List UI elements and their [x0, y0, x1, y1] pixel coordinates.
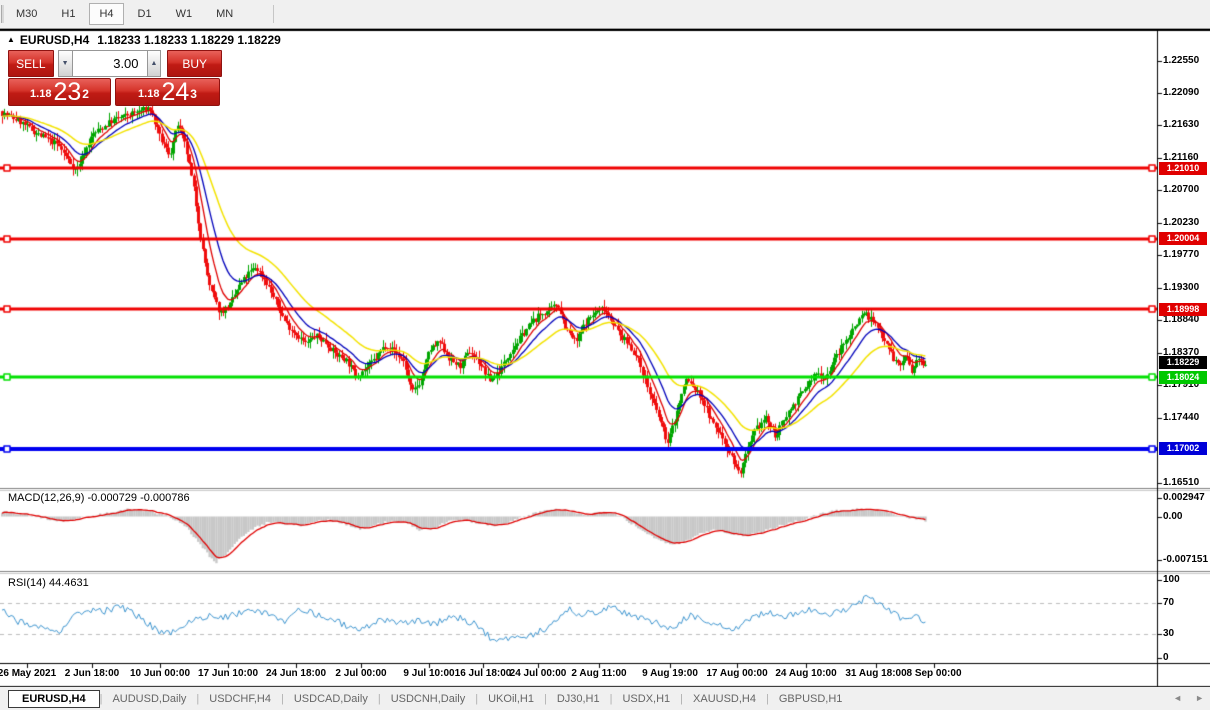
volume-input[interactable] — [73, 50, 147, 77]
x-axis-label: 2 Jun 18:00 — [65, 668, 119, 679]
macd-indicator-label: MACD(12,26,9) -0.000729 -0.000786 — [8, 492, 190, 504]
x-axis-label: 24 Jul 00:00 — [510, 668, 567, 679]
price-chart-canvas[interactable] — [0, 0, 1210, 710]
sell-price-sup: 2 — [82, 79, 89, 109]
x-axis-label: 9 Jul 10:00 — [403, 668, 454, 679]
tab-item-gbpusd[interactable]: GBPUSD,H1 — [769, 690, 853, 708]
x-axis-label: 9 Aug 19:00 — [642, 668, 698, 679]
sell-price-base: 1.18 — [30, 84, 51, 104]
volume-increase-button[interactable]: ▲ — [147, 50, 162, 77]
macd-scale-label: 0.00 — [1163, 511, 1209, 522]
current-price-tag: 1.18229 — [1159, 356, 1207, 369]
timeframe-group: M30H1H4D1W1MN — [4, 3, 245, 25]
macd-scale-label: -0.007151 — [1163, 554, 1209, 565]
timeframe-button-w1[interactable]: W1 — [166, 3, 203, 25]
tab-scroll-right-icon[interactable]: ► — [1195, 691, 1204, 705]
y-axis-tick-label: 1.20700 — [1163, 184, 1209, 195]
chevron-down-icon: ▼ — [62, 60, 69, 67]
x-axis-label: 17 Aug 00:00 — [706, 668, 767, 679]
y-axis-tick-label: 1.20230 — [1163, 217, 1209, 228]
buy-price-display[interactable]: 1.18243 — [115, 78, 220, 106]
toolbar-separator — [273, 5, 274, 23]
hline-price-tag: 1.17002 — [1159, 442, 1207, 455]
buy-price-base: 1.18 — [138, 84, 159, 104]
timeframe-button-mn[interactable]: MN — [206, 3, 243, 25]
y-axis-tick-label: 1.19770 — [1163, 249, 1209, 260]
x-axis-label: 10 Jun 00:00 — [130, 668, 190, 679]
hline-price-tag: 1.21010 — [1159, 162, 1207, 175]
x-axis-label: 16 Jul 18:00 — [455, 668, 512, 679]
hline-price-tag: 1.18998 — [1159, 303, 1207, 316]
symbol-period-label: EURUSD,H4 — [20, 33, 89, 47]
tab-item-xauusd[interactable]: XAUUSD,H4 — [683, 690, 766, 708]
tab-item-usdchf[interactable]: USDCHF,H4 — [199, 690, 281, 708]
x-axis-label: 2 Aug 11:00 — [571, 668, 626, 679]
y-axis-tick-label: 1.21630 — [1163, 119, 1209, 130]
mt4-chart-window: M30H1H4D1W1MN ▲EURUSD,H41.18233 1.18233 … — [0, 0, 1210, 710]
buy-button[interactable]: BUY — [167, 50, 222, 77]
hline-price-tag: 1.20004 — [1159, 232, 1207, 245]
rsi-scale-label: 0 — [1163, 652, 1209, 663]
rsi-scale-label: 70 — [1163, 597, 1209, 608]
tab-scroll-left-icon[interactable]: ◄ — [1173, 691, 1182, 705]
x-axis-label: 31 Aug 18:00 — [845, 668, 906, 679]
y-axis-tick-label: 1.18840 — [1163, 314, 1209, 325]
tab-item-usdcad[interactable]: USDCAD,Daily — [284, 690, 378, 708]
x-axis-label: 2 Jul 00:00 — [335, 668, 386, 679]
hline-price-tag: 1.18024 — [1159, 371, 1207, 384]
timeframe-button-m30[interactable]: M30 — [6, 3, 47, 25]
buy-price-sup: 3 — [190, 79, 197, 109]
tab-item-ukoil[interactable]: UKOil,H1 — [478, 690, 544, 708]
timeframe-button-d1[interactable]: D1 — [128, 3, 162, 25]
chevron-up-icon: ▲ — [151, 60, 158, 67]
y-axis-tick-label: 1.16510 — [1163, 477, 1209, 488]
rsi-scale-label: 30 — [1163, 628, 1209, 639]
y-axis-tick-label: 1.22550 — [1163, 55, 1209, 66]
tab-item-audusd[interactable]: AUDUSD,Daily — [102, 690, 196, 708]
x-axis-label: 24 Aug 10:00 — [775, 668, 836, 679]
chart-title: ▲ EURUSD,H4 1.18233 1.18233 1.18229 1.1822… — [7, 33, 281, 47]
y-axis-tick-label: 1.22090 — [1163, 87, 1209, 98]
volume-decrease-button[interactable]: ▼ — [58, 50, 73, 77]
rsi-indicator-label: RSI(14) 44.4631 — [8, 577, 89, 589]
tab-scroll-arrows: ◄ ► — [1173, 691, 1204, 705]
x-axis-label: 8 Sep 00:00 — [906, 668, 961, 679]
sell-price-display[interactable]: 1.18232 — [8, 78, 111, 106]
tab-item-dj30[interactable]: DJ30,H1 — [547, 690, 610, 708]
panel-collapse-icon[interactable]: ▲ — [7, 35, 15, 44]
y-axis-tick-label: 1.19300 — [1163, 282, 1209, 293]
x-axis-label: 26 May 2021 — [0, 668, 56, 679]
chart-tab-bar: EURUSD,H4|AUDUSD,Daily|USDCHF,H4|USDCAD,… — [0, 687, 1210, 710]
ohlc-values: 1.18233 1.18233 1.18229 1.18229 — [97, 33, 281, 47]
macd-scale-label: 0.002947 — [1163, 492, 1209, 503]
tab-item-eurusd[interactable]: EURUSD,H4 — [8, 690, 100, 708]
sell-button[interactable]: SELL — [8, 50, 54, 77]
timeframe-toolbar: M30H1H4D1W1MN — [0, 0, 1210, 29]
tab-item-usdx[interactable]: USDX,H1 — [612, 690, 680, 708]
y-axis-tick-label: 1.17440 — [1163, 412, 1209, 423]
timeframe-button-h4[interactable]: H4 — [89, 3, 123, 25]
tab-item-usdcnh[interactable]: USDCNH,Daily — [381, 690, 476, 708]
timeframe-button-h1[interactable]: H1 — [51, 3, 85, 25]
x-axis-label: 17 Jun 10:00 — [198, 668, 258, 679]
x-axis-label: 24 Jun 18:00 — [266, 668, 326, 679]
sell-price-big: 23 — [53, 80, 81, 104]
rsi-scale-label: 100 — [1163, 574, 1209, 585]
buy-price-big: 24 — [161, 80, 189, 104]
one-click-trading-panel: SELL ▼ ▲ BUY 1.18232 1.18243 — [8, 50, 222, 106]
